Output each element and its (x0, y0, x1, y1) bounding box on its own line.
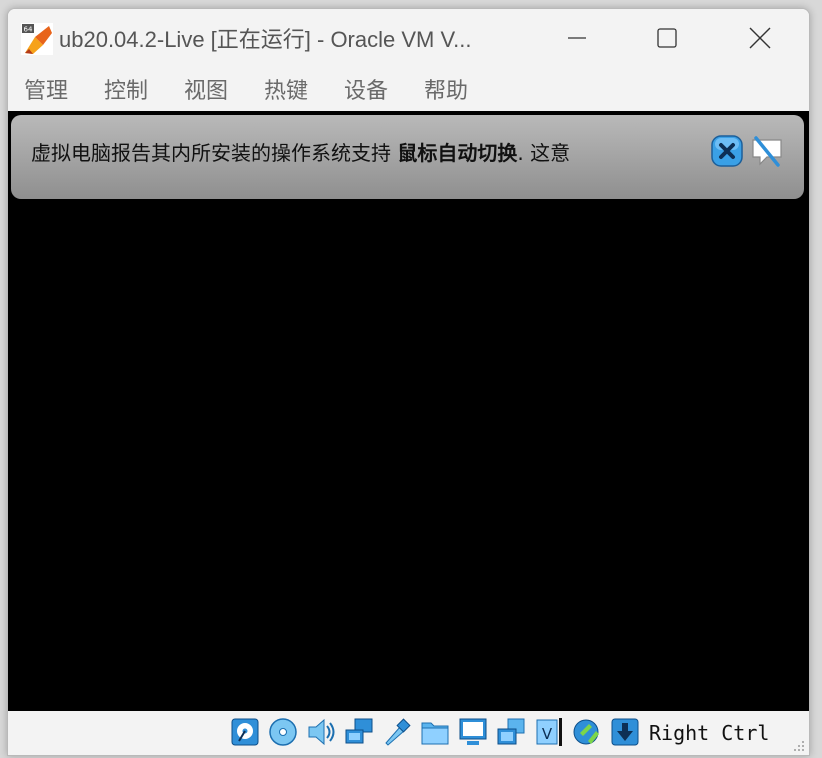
minimize-icon (568, 37, 586, 39)
status-bar: V Right Ctrl (8, 711, 809, 755)
optical-drive-icon[interactable] (268, 717, 298, 747)
close-button[interactable] (737, 19, 783, 57)
mouse-integration-notification: 虚拟电脑报告其内所安装的操作系统支持 鼠标自动切换. 这意 (11, 115, 804, 199)
maximize-button[interactable] (644, 19, 690, 57)
display-icon[interactable] (458, 717, 488, 747)
virtualization-icon[interactable]: V (534, 717, 564, 747)
notification-text-suffix: . 这意 (517, 141, 571, 165)
do-not-show-again-icon[interactable] (750, 135, 784, 167)
menu-view[interactable]: 视图 (184, 73, 228, 105)
resize-grip-icon[interactable] (791, 738, 805, 752)
menu-devices[interactable]: 设备 (344, 73, 388, 105)
host-key-label: Right Ctrl (649, 721, 770, 745)
virtualbox-app-icon: 64 (21, 23, 53, 55)
menu-control[interactable]: 控制 (104, 73, 148, 105)
network-icon[interactable] (344, 717, 374, 747)
video-capture-icon[interactable] (496, 717, 526, 747)
keyboard-capture-icon[interactable] (610, 717, 640, 747)
minimize-button[interactable] (554, 19, 600, 57)
menu-help[interactable]: 帮助 (424, 73, 468, 105)
shared-folders-icon[interactable] (420, 717, 450, 747)
audio-icon[interactable] (306, 717, 336, 747)
mouse-integration-icon[interactable] (572, 717, 602, 747)
close-icon (749, 27, 771, 49)
svg-text:V: V (542, 725, 553, 743)
notification-text-bold: 鼠标自动切换 (397, 141, 518, 165)
hard-disk-icon[interactable] (230, 717, 260, 747)
notification-text: 虚拟电脑报告其内所安装的操作系统支持 鼠标自动切换. 这意 (31, 137, 570, 166)
menu-hotkeys[interactable]: 热键 (264, 73, 308, 105)
usb-icon[interactable] (382, 717, 412, 747)
close-notification-icon[interactable] (711, 135, 743, 167)
menu-bar: 管理 控制 视图 热键 设备 帮助 (8, 67, 809, 111)
menu-machine[interactable]: 管理 (24, 73, 68, 105)
svg-text:64: 64 (24, 26, 33, 34)
title-bar[interactable]: 64 ub20.04.2-Live [正在运行] - Oracle VM V..… (8, 9, 809, 67)
maximize-icon (657, 28, 677, 48)
notification-text-prefix: 虚拟电脑报告其内所安装的操作系统支持 (31, 141, 391, 165)
window-title: ub20.04.2-Live [正在运行] - Oracle VM V... (59, 27, 472, 52)
vm-display[interactable]: 虚拟电脑报告其内所安装的操作系统支持 鼠标自动切换. 这意 (8, 111, 809, 711)
vm-window: 64 ub20.04.2-Live [正在运行] - Oracle VM V..… (7, 8, 810, 756)
